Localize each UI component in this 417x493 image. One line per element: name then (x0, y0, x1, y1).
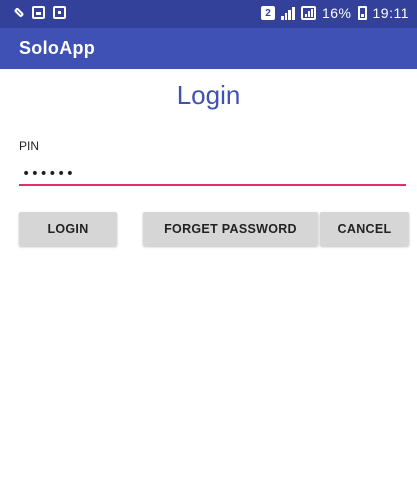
battery-icon (357, 6, 367, 20)
clock: 19:11 (372, 5, 409, 21)
wrench-icon (13, 7, 25, 18)
cancel-button[interactable]: CANCEL (320, 212, 409, 246)
app-title: SoloApp (19, 38, 96, 58)
page-title: Login (176, 80, 241, 110)
system-indicators: 2 16% 19:11 (260, 5, 409, 21)
forget-password-button[interactable]: FORGET PASSWORD (143, 212, 318, 246)
notification-icons (13, 6, 66, 19)
status-bar: 2 16% 19:11 (0, 0, 417, 28)
signal-strength-icon (280, 6, 295, 20)
app-bar: SoloApp (0, 28, 417, 69)
second-signal-icon (300, 6, 316, 20)
battery-percent: 16% (321, 5, 352, 21)
pin-input[interactable] (19, 164, 406, 186)
pin-label: PIN (19, 139, 40, 153)
gallery-icon (32, 6, 45, 19)
login-button[interactable]: LOGIN (19, 212, 117, 246)
photo-icon (53, 6, 66, 19)
sim-badge-icon: 2 (260, 6, 275, 20)
